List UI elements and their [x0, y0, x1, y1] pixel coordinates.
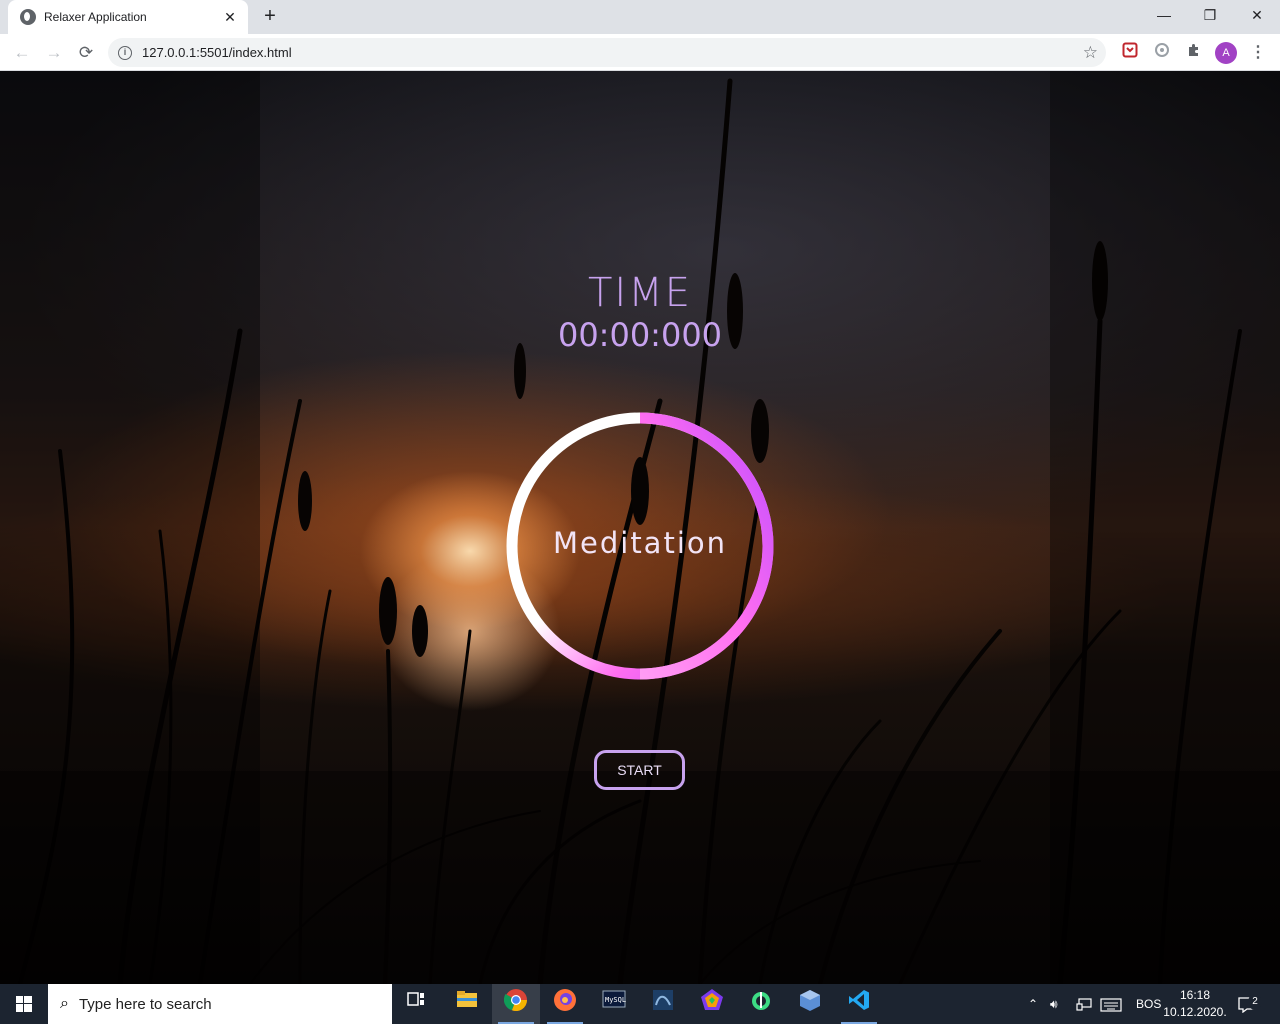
browser-tabstrip: Relaxer Application ✕ + — ❐ ✕	[0, 0, 1280, 34]
clock-date: 10.12.2020.	[1163, 1005, 1227, 1019]
chrome-icon[interactable]	[500, 988, 532, 1020]
notification-count-badge: 2	[1248, 994, 1262, 1010]
minimize-button[interactable]: —	[1141, 0, 1187, 30]
menu-kebab-icon[interactable]: ⋮	[1247, 42, 1269, 64]
puzzle-extensions-icon[interactable]	[1183, 42, 1205, 64]
timer-display: 00:00:000	[557, 316, 723, 354]
start-button[interactable]: START	[594, 750, 685, 790]
clock-time: 16:18	[1179, 988, 1211, 1002]
mysql-workbench-icon[interactable]	[647, 988, 679, 1020]
search-icon: ⌕	[60, 995, 69, 1012]
keyboard-icon[interactable]	[1100, 984, 1122, 1024]
mode-label: Meditation	[552, 526, 728, 560]
browser-tab[interactable]: Relaxer Application ✕	[8, 0, 248, 34]
url-text[interactable]: 127.0.0.1:5501/index.html	[142, 45, 1083, 60]
windows-taskbar: ⌕ Type here to search MySQL ⌃ 🔊︎ BOS 16:…	[0, 984, 1280, 1024]
android-studio-icon[interactable]	[745, 988, 777, 1020]
network-icon[interactable]	[1076, 984, 1092, 1024]
address-bar[interactable]: i 127.0.0.1:5501/index.html ☆	[108, 38, 1106, 67]
page-viewport: TIME 00:00:000 Meditation START	[0, 71, 1280, 984]
time-label: TIME	[587, 270, 692, 316]
reload-icon[interactable]: ⟳	[73, 40, 99, 66]
file-explorer-icon[interactable]	[451, 988, 483, 1020]
forward-icon[interactable]: →	[41, 40, 67, 66]
site-info-icon[interactable]: i	[118, 45, 132, 60]
system-clock[interactable]: 16:18 10.12.2020.	[1162, 987, 1228, 1021]
show-hidden-icons-chevron-icon[interactable]: ⌃	[1028, 984, 1038, 1024]
search-placeholder: Type here to search	[78, 995, 212, 1013]
firefox-icon[interactable]	[549, 988, 581, 1020]
taskbar-search[interactable]: ⌕ Type here to search	[48, 984, 392, 1024]
windows-start-icon[interactable]	[0, 984, 48, 1024]
bookmark-star-icon[interactable]: ☆	[1083, 43, 1098, 63]
polymer-app-icon[interactable]	[696, 988, 728, 1020]
restore-button[interactable]: ❐	[1187, 0, 1233, 30]
close-window-button[interactable]: ✕	[1234, 0, 1280, 30]
task-view-icon[interactable]	[400, 988, 432, 1020]
vscode-icon[interactable]	[843, 988, 875, 1020]
terminal-icon[interactable]: MySQL	[598, 988, 630, 1020]
extension-icon[interactable]	[1151, 42, 1173, 64]
tab-close-icon[interactable]: ✕	[222, 9, 238, 26]
profile-avatar[interactable]: A	[1215, 42, 1237, 64]
new-tab-button[interactable]: +	[258, 6, 282, 28]
input-language[interactable]: BOS	[1136, 984, 1161, 1024]
virtualbox-icon[interactable]	[794, 988, 826, 1020]
tab-title: Relaxer Application	[44, 10, 147, 24]
back-icon[interactable]: ←	[9, 40, 35, 66]
volume-icon[interactable]: 🔊︎	[1050, 984, 1058, 1024]
pocket-extension-icon[interactable]	[1119, 42, 1141, 64]
browser-toolbar: ← → ⟳ i 127.0.0.1:5501/index.html ☆ A ⋮	[0, 34, 1280, 71]
svg-text:MySQL: MySQL	[605, 996, 626, 1004]
globe-icon	[20, 9, 36, 25]
